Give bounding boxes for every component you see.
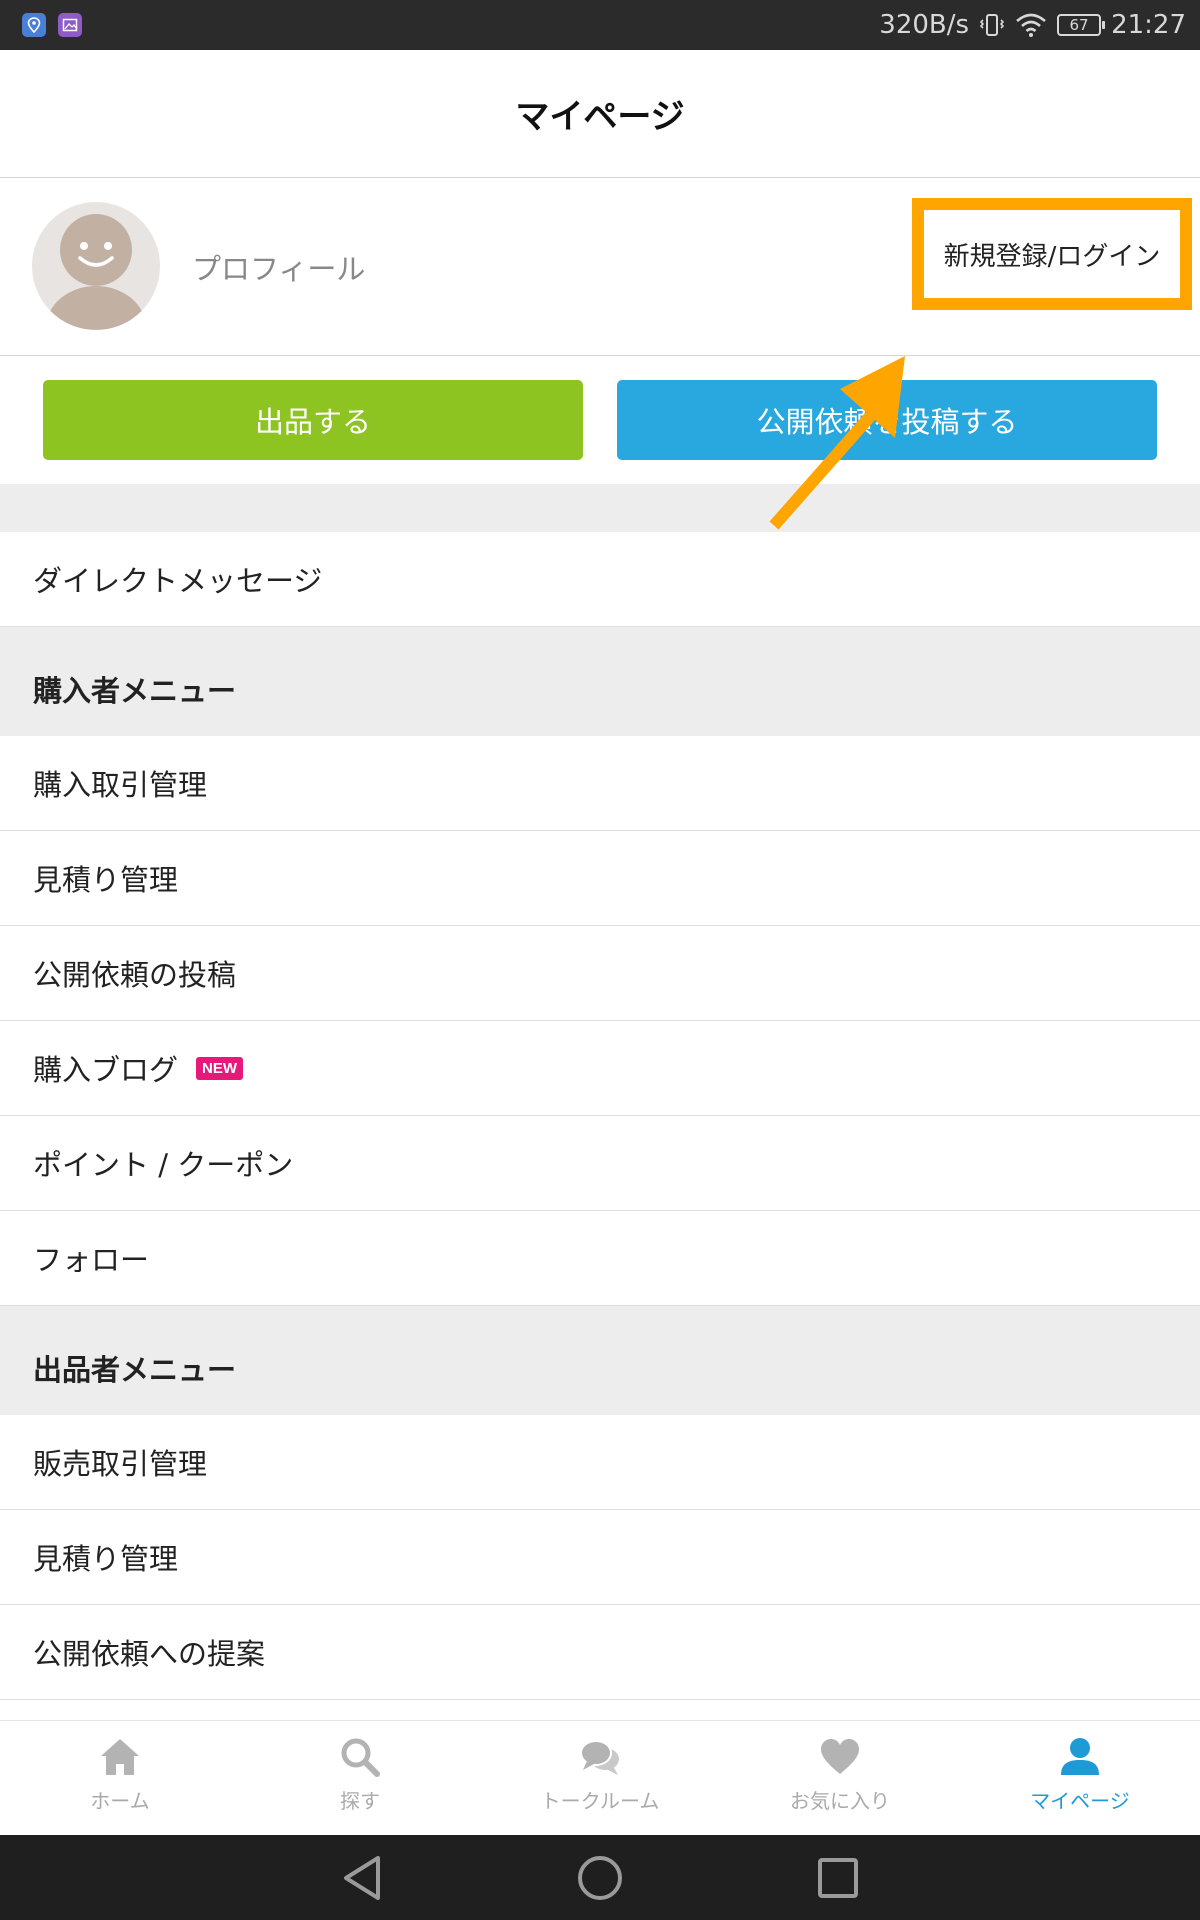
menu-item-label: 公開依頼への提案 <box>33 1637 266 1671</box>
buyer-menu-title: 購入者メニュー <box>33 674 237 708</box>
tab-search[interactable]: 探す <box>240 1721 480 1836</box>
gallery-app-icon <box>58 13 82 37</box>
new-badge: NEW <box>196 1056 244 1080</box>
menu-item-points-coupons[interactable]: ポイント / クーポン <box>0 1116 1200 1211</box>
menu-item-label: ポイント / クーポン <box>33 1148 294 1182</box>
wifi-icon <box>1016 13 1046 37</box>
tab-label: 探す <box>340 1789 380 1813</box>
sell-button[interactable]: 出品する <box>43 380 583 460</box>
battery-level: 67 <box>1069 16 1089 34</box>
tab-talkroom[interactable]: トークルーム <box>480 1721 720 1836</box>
menu-item-label: 公開依頼の投稿 <box>33 958 237 992</box>
menu-item-label: 販売取引管理 <box>33 1447 208 1481</box>
chat-icon <box>580 1740 619 1775</box>
menu-item-follow[interactable]: フォロー <box>0 1211 1200 1306</box>
system-nav-bar <box>0 1835 1200 1920</box>
register-login-label: 新規登録/ログイン <box>943 241 1161 272</box>
section-divider <box>0 484 1200 532</box>
net-speed: 320B/s <box>879 10 970 40</box>
profile-row[interactable]: プロフィール 新規登録/ログイン <box>0 178 1200 356</box>
post-request-button-label: 公開依頼を投稿する <box>756 405 1018 439</box>
location-app-icon <box>22 13 46 37</box>
sell-button-label: 出品する <box>254 405 371 439</box>
menu-item-purchase-blog[interactable]: 購入ブログ NEW <box>0 1021 1200 1116</box>
register-login-button[interactable]: 新規登録/ログイン <box>912 198 1192 310</box>
menu-item-seller-estimates[interactable]: 見積り管理 <box>0 1510 1200 1605</box>
tab-favorites[interactable]: お気に入り <box>720 1721 960 1836</box>
menu-item-purchase-management[interactable]: 購入取引管理 <box>0 736 1200 831</box>
seller-menu-title: 出品者メニュー <box>33 1353 237 1387</box>
tab-home[interactable]: ホーム <box>0 1721 240 1836</box>
menu-item-sales-management[interactable]: 販売取引管理 <box>0 1415 1200 1510</box>
heart-icon <box>821 1739 859 1774</box>
tab-label: トークルーム <box>540 1789 660 1813</box>
home-icon <box>101 1739 139 1775</box>
menu-item-direct-message[interactable]: ダイレクトメッセージ <box>0 532 1200 627</box>
menu-item-request-proposals[interactable]: 公開依頼への提案 <box>0 1605 1200 1700</box>
tab-label: マイページ <box>1030 1789 1130 1813</box>
buyer-menu-header: 購入者メニュー <box>0 627 1200 736</box>
bottom-tab-bar: ホーム 探す トークルーム お気に入り マイページ <box>0 1720 1200 1835</box>
app-header: マイページ <box>0 50 1200 178</box>
back-icon[interactable] <box>338 1854 386 1902</box>
menu-item-label: 購入取引管理 <box>33 768 208 802</box>
avatar[interactable] <box>32 202 160 330</box>
tab-label: お気に入り <box>790 1789 890 1813</box>
action-buttons: 出品する 公開依頼を投稿する <box>0 356 1200 484</box>
post-request-button[interactable]: 公開依頼を投稿する <box>617 380 1157 460</box>
tab-mypage[interactable]: マイページ <box>960 1721 1200 1836</box>
menu-item-label: フォロー <box>33 1243 150 1277</box>
search-icon <box>341 1738 380 1777</box>
battery-icon: 67 <box>1057 14 1106 36</box>
menu-item-label: 見積り管理 <box>33 1542 179 1576</box>
home-circle-icon[interactable] <box>576 1854 624 1902</box>
tab-label: ホーム <box>90 1789 150 1813</box>
status-bar: 320B/s 67 21:27 <box>0 0 1200 50</box>
vibrate-icon <box>979 14 1005 36</box>
menu-item-label: ダイレクトメッセージ <box>33 564 323 598</box>
menu-item-post-request[interactable]: 公開依頼の投稿 <box>0 926 1200 1021</box>
page-title: マイページ <box>515 97 685 137</box>
user-icon <box>1061 1738 1099 1775</box>
profile-label: プロフィール <box>192 252 366 286</box>
seller-menu-header: 出品者メニュー <box>0 1306 1200 1415</box>
menu-item-label: 見積り管理 <box>33 863 179 897</box>
menu-item-label: 購入ブログ <box>33 1053 179 1087</box>
recents-icon[interactable] <box>814 1854 862 1902</box>
clock: 21:27 <box>1111 10 1186 40</box>
menu-item-buyer-estimates[interactable]: 見積り管理 <box>0 831 1200 926</box>
